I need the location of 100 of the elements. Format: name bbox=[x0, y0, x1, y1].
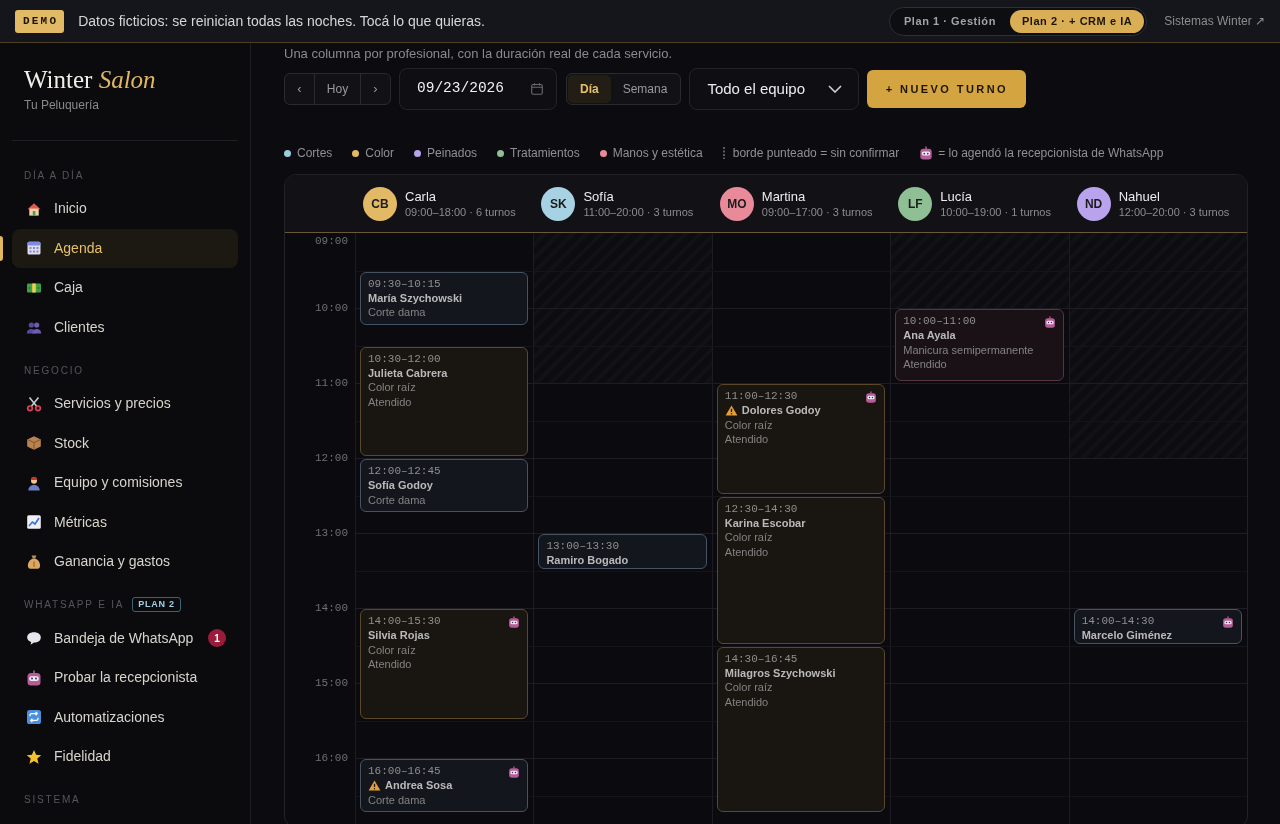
appointment-card[interactable]: 14:00–15:30 Silvia Rojas Color raíz Atendido bbox=[360, 609, 529, 719]
appointment-status: Atendido bbox=[724, 544, 769, 559]
appointment-card[interactable]: 12:00–12:45 Sofía Godoy Corte dama bbox=[360, 459, 529, 513]
date-field[interactable]: 09/23/2026 bbox=[399, 68, 557, 110]
service-name: Color raíz bbox=[724, 417, 773, 432]
active-indicator bbox=[0, 235, 3, 261]
appointment-card[interactable]: 13:00–13:30 Ramiro Bogado bbox=[538, 534, 707, 569]
plan-tab[interactable]: Plan 1 · Gestión bbox=[892, 9, 1008, 33]
legend-label: borde punteado = sin confirmar bbox=[732, 145, 900, 162]
brand-logo: Winter Salon bbox=[24, 65, 156, 95]
sidebar-item[interactable]: Caja bbox=[12, 268, 238, 308]
sidebar-item[interactable]: Probar la recepcionista bbox=[12, 658, 238, 698]
demo-badge: DEMO bbox=[15, 9, 65, 33]
appointment-status: Atendido bbox=[368, 657, 412, 672]
legend-label: Manos y estética bbox=[612, 145, 703, 162]
client-name: Sofía Godoy bbox=[368, 478, 433, 493]
sidebar-item[interactable]: Clientes bbox=[12, 307, 238, 347]
staff-name: Martina bbox=[761, 187, 807, 205]
service-name: Manicura semipermanente bbox=[903, 342, 1034, 357]
appointment-card[interactable]: 14:30–16:45 Milagros Szychowski Color raíz Atendido bbox=[716, 646, 886, 813]
plan-badge: PLAN 2 bbox=[132, 597, 181, 612]
section-heading: NEGOCIO bbox=[24, 363, 84, 378]
today-button[interactable]: Hoy bbox=[314, 74, 361, 104]
appointment-status: Atendido bbox=[724, 694, 769, 709]
plan-tab[interactable]: Plan 2 · + CRM e IA bbox=[1009, 9, 1145, 33]
unread-count-badge: 1 bbox=[208, 629, 226, 648]
sidebar-item[interactable]: Métricas bbox=[12, 502, 238, 542]
calendar-icon bbox=[531, 83, 543, 95]
legend-label: Peinados bbox=[427, 145, 478, 162]
appointment-time: 10:30–12:00 bbox=[368, 351, 441, 366]
brand-subtitle: Tu Peluquería bbox=[24, 97, 99, 113]
appointment-status: Atendido bbox=[368, 394, 412, 409]
section-heading: WHATSAPP E IA bbox=[24, 598, 125, 612]
appointment-card[interactable]: 10:00–11:00 Ana Ayala Manicura semipermanente Atendido bbox=[895, 309, 1064, 381]
service-name: Color raíz bbox=[368, 380, 416, 395]
person-icon bbox=[26, 474, 42, 491]
time-label: 10:00 bbox=[315, 301, 348, 315]
appointment-time: 13:00–13:30 bbox=[546, 539, 620, 553]
appointment-card[interactable]: 12:30–14:30 Karina Escobar Color raíz Atendido bbox=[716, 496, 886, 644]
staff-name: Carla bbox=[405, 187, 438, 205]
time-label: 15:00 bbox=[315, 676, 348, 690]
time-label: 09:00 bbox=[315, 234, 348, 248]
staff-name: Lucía bbox=[940, 187, 974, 205]
scissors-icon bbox=[26, 395, 42, 412]
appointment-card[interactable]: 11:00–12:30 Dolores Godoy Color raíz Atendido bbox=[716, 384, 886, 494]
robot-icon bbox=[919, 146, 934, 160]
appointment-time: 14:00–14:30 bbox=[1081, 614, 1155, 628]
time-label: 16:00 bbox=[315, 751, 348, 765]
appointment-card[interactable]: 10:30–12:00 Julieta Cabrera Color raíz Atendido bbox=[360, 346, 529, 456]
appointment-time: 11:00–12:30 bbox=[724, 389, 798, 403]
appointment-time: 14:30–16:45 bbox=[724, 651, 798, 666]
people-icon bbox=[26, 319, 42, 336]
service-name: Color raíz bbox=[724, 530, 773, 545]
time-label: 14:00 bbox=[315, 601, 348, 615]
staff-name: Nahuel bbox=[1118, 187, 1161, 205]
sidebar-item[interactable]: Inicio bbox=[12, 189, 238, 229]
money-bag-icon bbox=[26, 553, 42, 570]
sidebar-item[interactable]: Fidelidad bbox=[12, 737, 238, 777]
appointment-time: 12:30–14:30 bbox=[724, 501, 798, 516]
legend-label: Color bbox=[365, 145, 395, 162]
team-select[interactable]: Todo el equipo bbox=[689, 68, 860, 110]
sidebar-item[interactable]: Equipo y comisiones bbox=[12, 463, 238, 503]
staff-hours: 09:00–17:00 · 3 turnos bbox=[761, 204, 873, 220]
appointment-card[interactable]: 16:00–16:45 Andrea Sosa Corte dama bbox=[360, 759, 529, 813]
appointment-card[interactable]: 09:30–10:15 María Szychowski Corte dama bbox=[360, 271, 529, 325]
legend-label: = lo agendó la recepcionista de WhatsApp bbox=[938, 145, 1164, 162]
sidebar-item[interactable]: Automatizaciones bbox=[12, 697, 238, 737]
staff-avatar: LF bbox=[898, 186, 933, 221]
appointment-time: 16:00–16:45 bbox=[368, 764, 441, 778]
external-link[interactable]: Sistemas Winter ↗ bbox=[1164, 12, 1265, 30]
client-name: Silvia Rojas bbox=[368, 628, 430, 643]
client-name: Dolores Godoy bbox=[741, 403, 821, 418]
view-tab[interactable]: Día bbox=[568, 75, 611, 103]
sidebar-item[interactable]: Stock bbox=[12, 423, 238, 463]
service-name: Corte dama bbox=[368, 792, 426, 807]
client-name: Julieta Cabrera bbox=[368, 365, 448, 380]
appointment-time: 14:00–15:30 bbox=[368, 614, 441, 628]
robot-icon bbox=[26, 669, 42, 686]
sidebar-item[interactable]: Ganancia y gastos bbox=[12, 542, 238, 582]
sidebar-item[interactable]: Servicios y precios bbox=[12, 384, 238, 424]
line-chart-icon bbox=[26, 514, 42, 531]
client-name: Ramiro Bogado bbox=[546, 553, 629, 568]
legend-label: Tratamientos bbox=[510, 145, 580, 162]
appointment-time: 12:00–12:45 bbox=[368, 464, 441, 478]
client-name: María Szychowski bbox=[368, 290, 463, 305]
section-heading: SISTEMA bbox=[24, 793, 81, 807]
section-heading: DÍA A DÍA bbox=[24, 168, 85, 183]
previous-day-button[interactable]: ‹ bbox=[285, 74, 314, 104]
staff-hours: 12:00–20:00 · 3 turnos bbox=[1118, 204, 1230, 220]
client-name: Andrea Sosa bbox=[385, 778, 453, 793]
appointment-card[interactable]: 14:00–14:30 Marcelo Giménez bbox=[1073, 609, 1243, 644]
client-name: Marcelo Giménez bbox=[1081, 628, 1173, 643]
service-name: Corte dama bbox=[368, 305, 426, 320]
staff-avatar: ND bbox=[1076, 186, 1111, 221]
next-day-button[interactable]: › bbox=[361, 74, 390, 104]
sidebar-item[interactable]: Bandeja de WhatsApp 1 bbox=[12, 618, 238, 658]
new-appointment-button[interactable]: + NUEVO TURNO bbox=[867, 70, 1027, 108]
view-tab[interactable]: Semana bbox=[610, 75, 680, 103]
staff-hours: 10:00–19:00 · 1 turnos bbox=[940, 204, 1051, 220]
staff-avatar: CB bbox=[363, 186, 397, 221]
